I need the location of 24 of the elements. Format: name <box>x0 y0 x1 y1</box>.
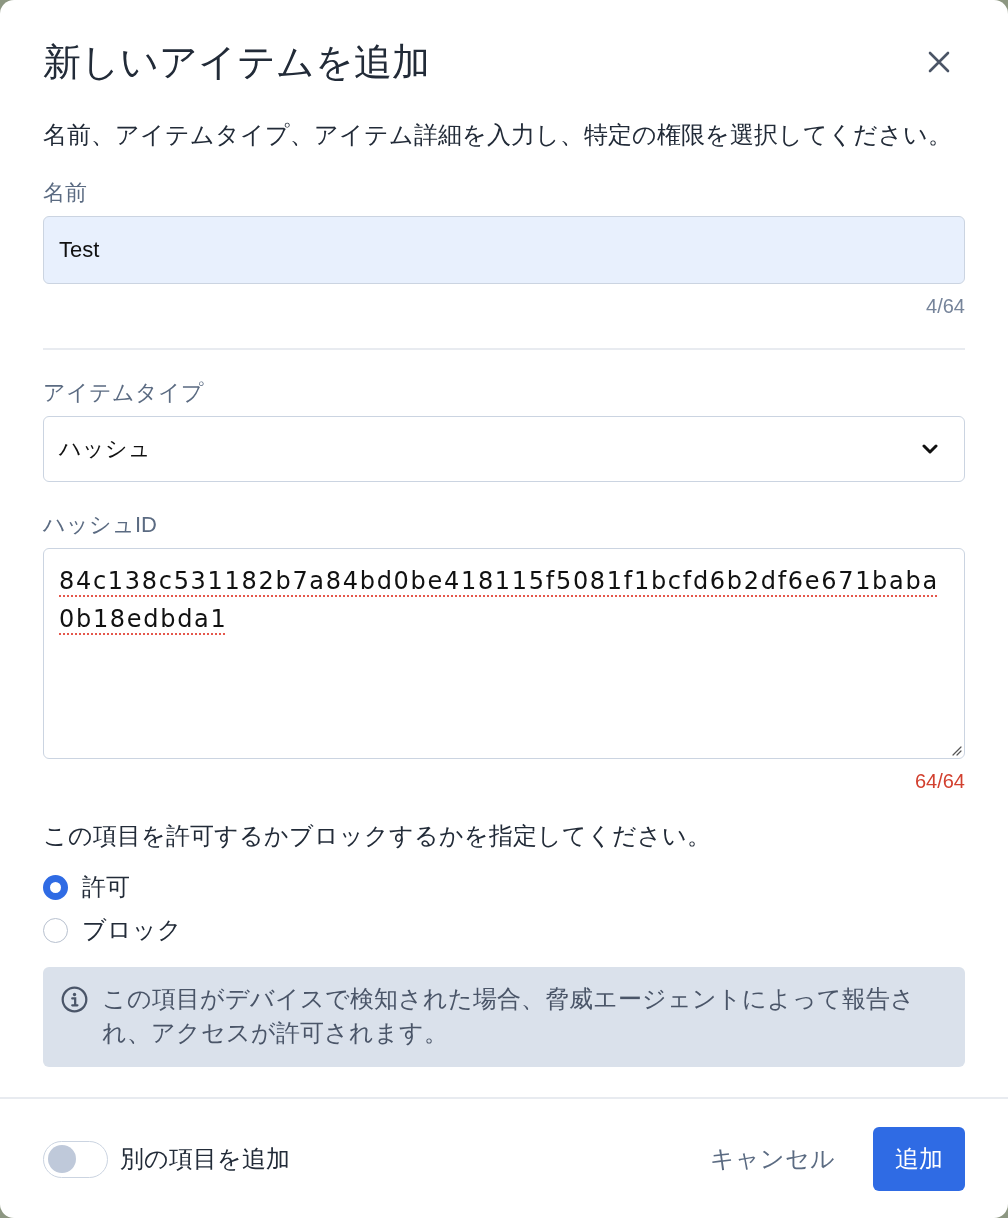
name-input-field[interactable]: Test <box>43 216 965 284</box>
info-text: この項目がデバイスで検知された場合、脅威エージェントによって報告され、アクセスが許可されます。 <box>102 984 916 1048</box>
cancel-button[interactable]: キャンセル <box>694 1127 851 1191</box>
toggle-label: 別の項目を追加 <box>120 1144 290 1174</box>
close-icon <box>927 50 951 74</box>
permission-prompt: この項目を許可するかブロックするかを指定してください。 <box>43 821 712 851</box>
add-button[interactable]: 追加 <box>873 1127 965 1191</box>
radio-label[interactable]: 許可 <box>82 870 130 904</box>
radio-button[interactable] <box>43 917 68 943</box>
item-type-select[interactable]: ハッシュ <box>43 416 965 482</box>
chevron-down-icon <box>922 444 938 454</box>
toggle-switch[interactable] <box>43 1140 108 1178</box>
radio-button[interactable] <box>43 874 68 900</box>
field-label: ハッシュID <box>43 511 157 539</box>
radio-label[interactable]: ブロック <box>82 913 182 947</box>
field-label: アイテムタイプ <box>43 379 204 407</box>
resize-grip-icon <box>950 744 962 756</box>
info-icon <box>61 986 88 1013</box>
character-counter: 64/64 <box>914 769 965 794</box>
field-label: 名前 <box>43 179 87 207</box>
character-counter: 4/64 <box>926 294 965 319</box>
hash-id-textarea[interactable]: 84c138c531182b7a84bd0be418115f5081f1bcfd6b2df6e671baba0b18edbda1 <box>43 548 965 759</box>
dialog-title: 新しいアイテムを追加 <box>43 40 430 85</box>
dialog-description: 名前、アイテムタイプ、アイテム詳細を入力し、特定の権限を選択してください。 <box>43 120 953 150</box>
